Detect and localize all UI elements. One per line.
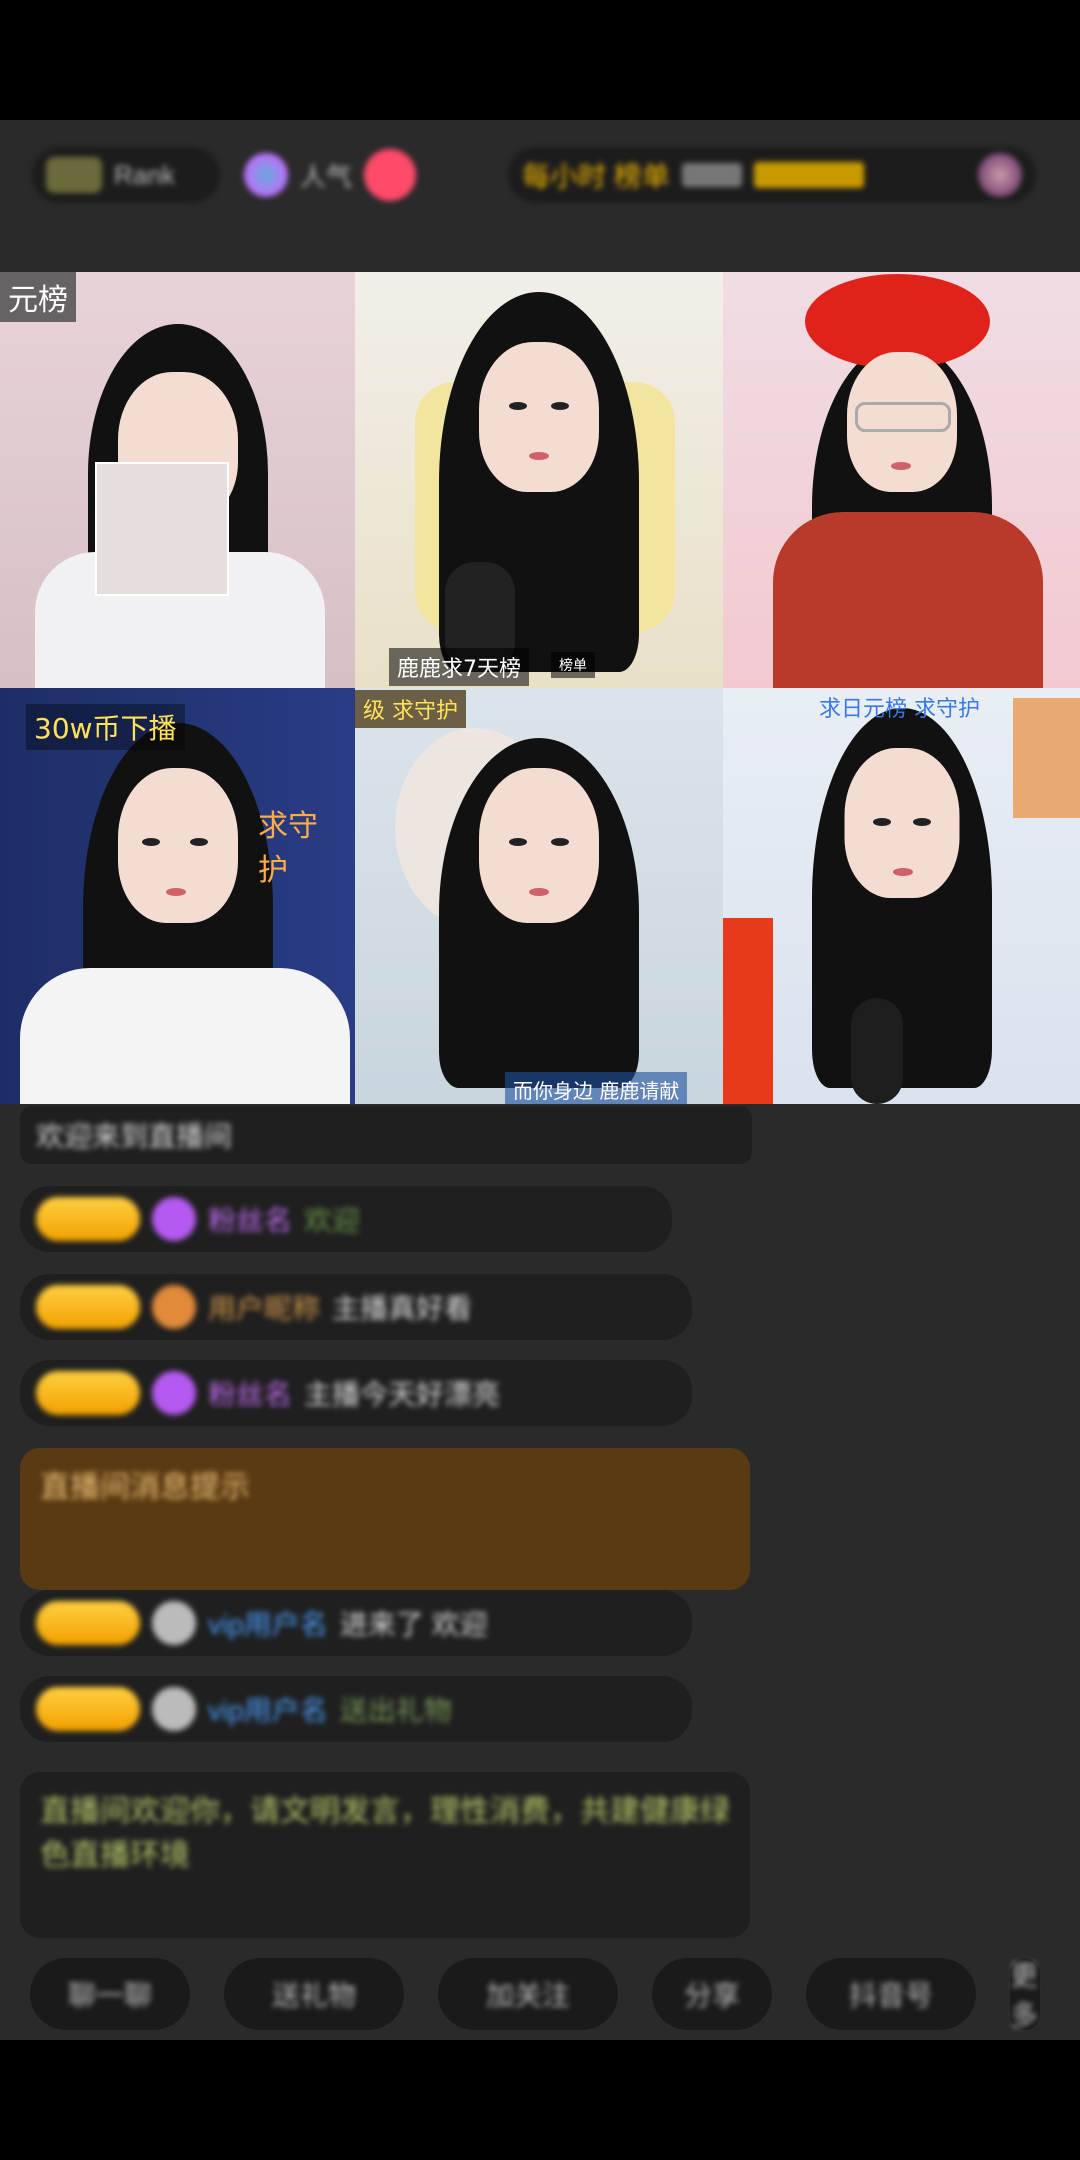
chat-text: 主播真好看 — [332, 1293, 473, 1324]
guest-4-mouth — [166, 888, 186, 896]
chat-text: 进来了 欢迎 — [339, 1609, 488, 1640]
button-label: 聊一聊 — [67, 1980, 152, 2011]
guest-3-mouth — [891, 462, 911, 470]
bottom-action-bar: 聊一聊 送礼物 加关注 分享 抖音号 更多 — [30, 1958, 1080, 2034]
chat-user-name[interactable]: 用户昵称 — [208, 1287, 320, 1327]
button-label: 送礼物 — [271, 1980, 356, 2011]
extra-rank-text — [681, 163, 742, 187]
chat-welcome: 欢迎来到直播间 — [20, 1106, 752, 1164]
chat-user-name[interactable]: 粉丝名 — [208, 1373, 292, 1413]
button-label: 更多 — [1010, 1960, 1039, 2031]
tile-6-label: 求日元榜 求守护 — [819, 697, 980, 722]
chat-message-2[interactable]: 用户昵称 主播真好看 — [20, 1274, 692, 1340]
chat-user-name[interactable]: vip用户名 — [208, 1689, 328, 1729]
chat-user-name[interactable]: vip用户名 — [208, 1603, 328, 1643]
guest-4-shirt — [20, 968, 350, 1104]
gift-button[interactable]: 送礼物 — [224, 1958, 404, 2030]
multi-guest-grid: 元榜 鹿鹿求7天榜 榜单 30w币下播 求守护 级 求守护 而你身边 鹿鹿请献 … — [0, 272, 1080, 1104]
hourly-rank-text: 每小时 榜单 — [522, 161, 670, 192]
guest-tile-3[interactable] — [723, 272, 1080, 688]
host-rank-pill[interactable]: Rank — [32, 147, 220, 203]
red-banner — [723, 918, 773, 1104]
top-bar: Rank 人气 每小时 榜单 — [32, 140, 1042, 210]
tile-5-bottom-label: 而你身边 鹿鹿请献 — [505, 1072, 688, 1104]
gold-box — [753, 162, 864, 188]
guest-6-mouth — [893, 868, 913, 876]
douyin-id-button[interactable]: 抖音号 — [806, 1958, 976, 2030]
system-note-text: 直播间消息提示 — [40, 1471, 250, 1504]
fan-badge — [36, 1687, 140, 1731]
welcome-text: 欢迎来到直播间 — [36, 1121, 233, 1152]
host-avatar — [46, 157, 102, 193]
chat-input-button[interactable]: 聊一聊 — [30, 1958, 190, 2030]
guest-4-right-eye — [190, 838, 208, 846]
audience-avatar[interactable] — [978, 153, 1022, 197]
flame-icon — [152, 1285, 196, 1329]
chat-message-3[interactable]: 粉丝名 主播今天好漂亮 — [20, 1360, 692, 1426]
tile-5-label: 级 求守护 — [355, 690, 466, 728]
wall-picture — [1013, 698, 1080, 818]
guest-2-right-eye — [551, 402, 569, 410]
button-label: 抖音号 — [848, 1980, 933, 2011]
guest-6-mic — [851, 998, 903, 1104]
tile-2-label: 鹿鹿求7天榜 — [389, 648, 529, 686]
hourly-rank-pill[interactable]: 每小时 榜单 — [508, 147, 1036, 203]
guest-5-left-eye — [509, 838, 527, 846]
guest-5-mouth — [529, 888, 549, 896]
guest-6-left-eye — [873, 818, 891, 826]
announcement-message: 直播间欢迎你，请文明发言，理性消费，共建健康绿色直播环境 — [20, 1772, 750, 1938]
fan-badge — [36, 1197, 140, 1241]
fan-badge — [36, 1601, 140, 1645]
tile-1-label: 元榜 — [0, 272, 76, 322]
guest-6-right-eye — [913, 818, 931, 826]
chat-message-4[interactable]: vip用户名 进来了 欢迎 — [20, 1590, 692, 1656]
viewers-text: 人气 — [300, 161, 353, 192]
announcement-text: 直播间欢迎你，请文明发言，理性消费，共建健康绿色直播环境 — [40, 1795, 730, 1872]
glasses — [855, 402, 951, 432]
guest-tile-5[interactable]: 级 求守护 而你身边 鹿鹿请献 — [355, 688, 723, 1104]
share-button[interactable]: 分享 — [652, 1958, 772, 2030]
chat-text: 送出礼物 — [339, 1695, 452, 1726]
guest-4-left-eye — [142, 838, 160, 846]
guest-2-left-eye — [509, 402, 527, 410]
guest-5-right-eye — [551, 838, 569, 846]
chat-message-5[interactable]: vip用户名 送出礼物 — [20, 1676, 692, 1742]
guest-3-body — [773, 512, 1043, 688]
diamond-icon — [152, 1371, 196, 1415]
system-message: 直播间消息提示 — [20, 1448, 750, 1590]
viewer-avatar — [244, 153, 288, 197]
guest-tile-6[interactable]: 求日元榜 求守护 — [723, 688, 1080, 1104]
fan-badge — [36, 1371, 140, 1415]
follow-icon[interactable] — [364, 149, 417, 201]
fan-badge — [36, 1285, 140, 1329]
guest-tile-2[interactable]: 鹿鹿求7天榜 榜单 — [355, 272, 723, 688]
follow-button[interactable]: 加关注 — [438, 1958, 618, 2030]
rank-text: Rank — [114, 159, 175, 190]
user-avatar — [152, 1601, 196, 1645]
guest-tile-4[interactable]: 30w币下播 求守护 — [0, 688, 355, 1104]
pip-thumbnail[interactable] — [95, 462, 229, 596]
guest-2-face — [479, 342, 599, 492]
guest-2-mouth — [529, 452, 549, 460]
guest-5-face — [479, 768, 599, 923]
guest-4-face — [117, 768, 238, 923]
guest-tile-1[interactable]: 元榜 — [0, 272, 355, 688]
button-label: 加关注 — [485, 1980, 570, 2011]
tile-4-side-label: 求守护 — [258, 809, 318, 888]
user-avatar — [152, 1687, 196, 1731]
chat-user-name[interactable]: 粉丝名 — [208, 1199, 292, 1239]
more-button[interactable]: 更多 — [1010, 1958, 1040, 2031]
chat-text: 欢迎 — [304, 1205, 361, 1236]
viewers-pill[interactable]: 人气 — [230, 147, 498, 203]
tile-2-sub: 榜单 — [551, 652, 595, 678]
chat-text: 主播今天好漂亮 — [304, 1379, 501, 1410]
tile-4-label: 30w币下播 — [26, 704, 185, 750]
diamond-icon — [152, 1197, 196, 1241]
button-label: 分享 — [683, 1980, 740, 2011]
chat-message-1[interactable]: 粉丝名 欢迎 — [20, 1186, 672, 1252]
